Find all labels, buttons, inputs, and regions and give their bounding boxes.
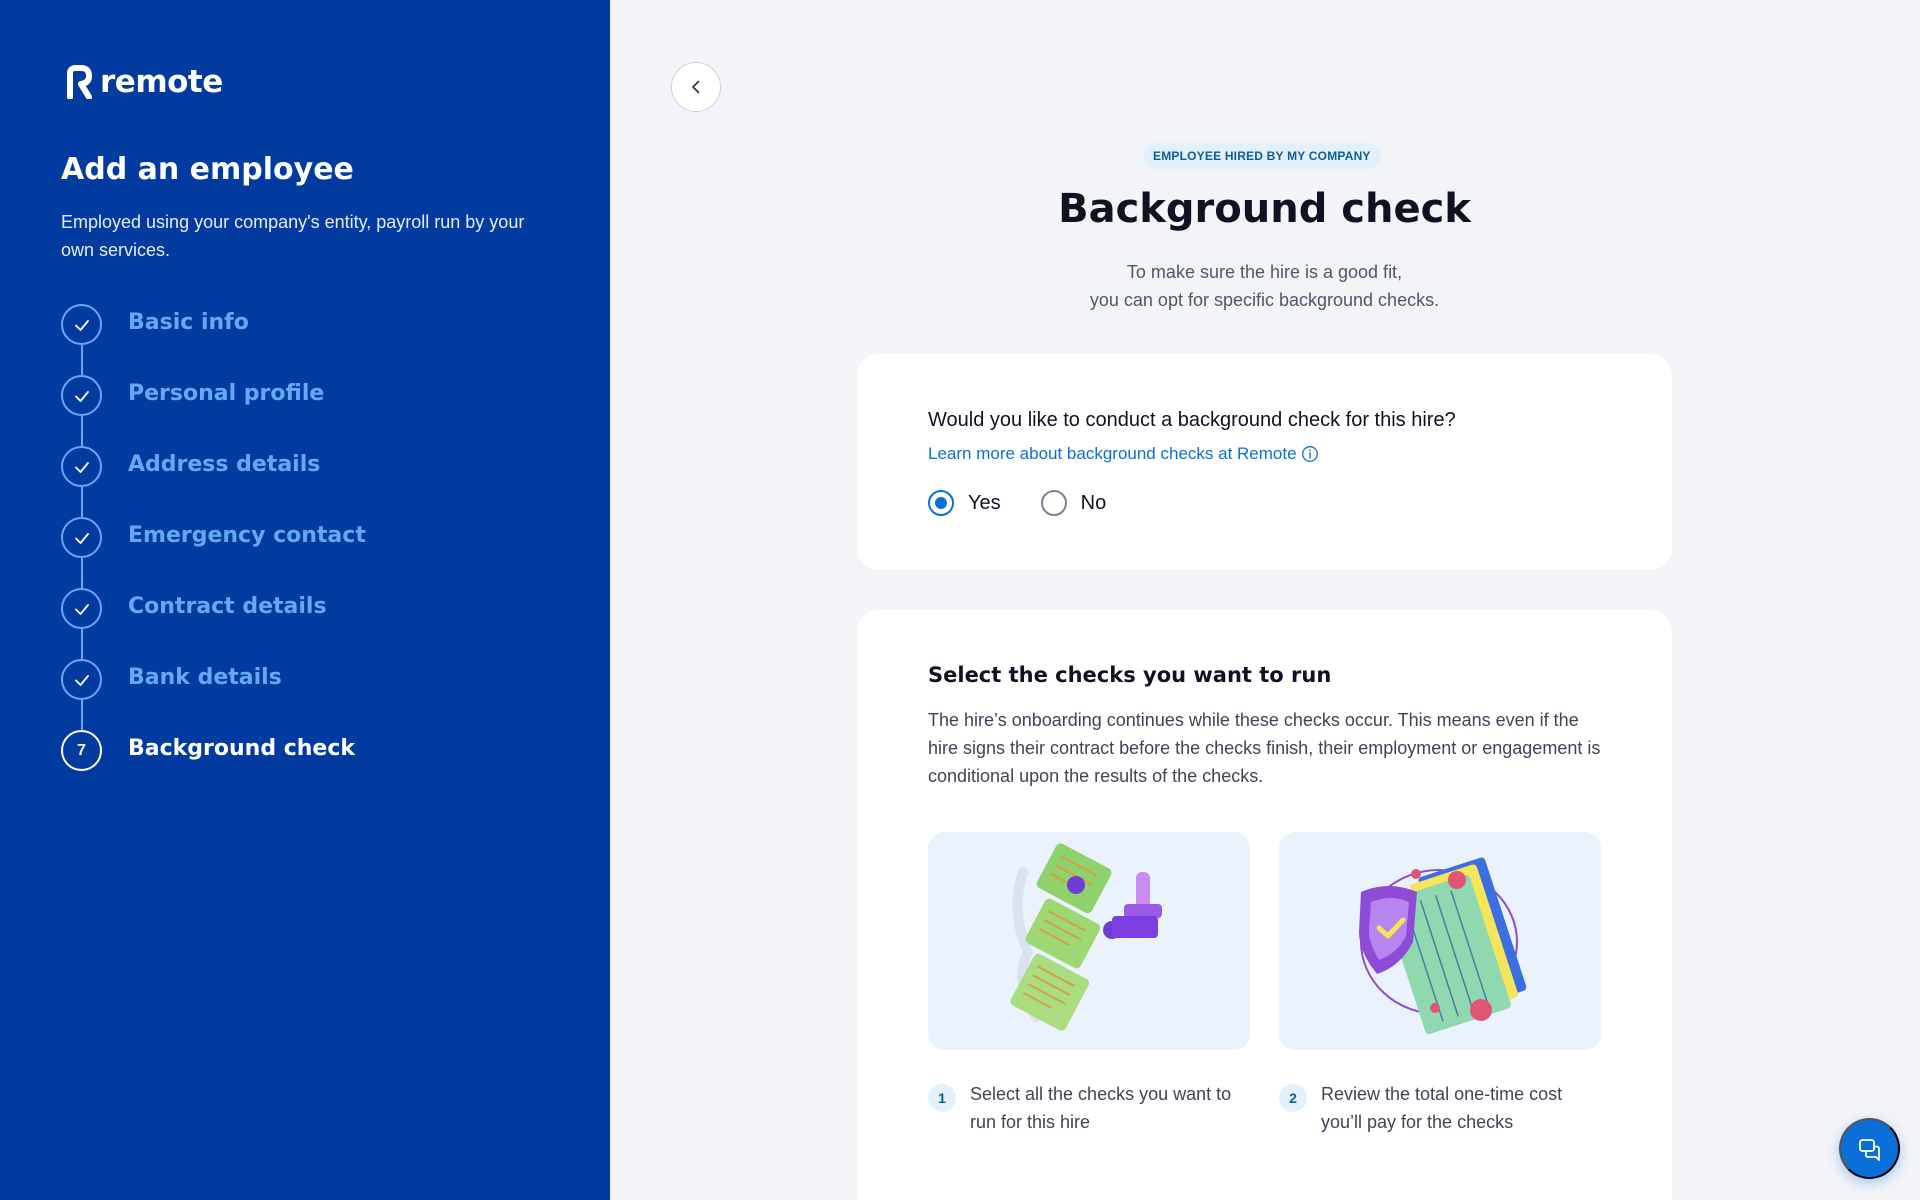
- radio-button[interactable]: [928, 490, 954, 516]
- step-current-indicator: 7: [61, 730, 102, 771]
- select-checks-illustration: [928, 832, 1250, 1050]
- chat-support-button[interactable]: [1839, 1118, 1900, 1179]
- check-icon: [74, 674, 89, 686]
- info-icon: [1301, 446, 1318, 462]
- radio-yes[interactable]: Yes: [928, 490, 1001, 516]
- checks-card-description: The hire’s onboarding continues while th…: [928, 710, 1601, 786]
- step-number-badge: 1: [928, 1084, 956, 1112]
- subtitle-line-2: you can opt for specific background chec…: [1089, 290, 1440, 310]
- radio-no[interactable]: No: [1040, 490, 1107, 516]
- sidebar-title: Add an employee: [61, 152, 354, 187]
- background-check-radio-group: Yes No: [928, 490, 1106, 516]
- brand-name: remote: [100, 64, 223, 100]
- select-checks-card: Select the checks you want to run The hi…: [857, 610, 1672, 1200]
- check-icon: [74, 532, 89, 544]
- step-done-indicator: [61, 446, 102, 487]
- instruction-text: Review the total one-time cost you’ll pa…: [1321, 1084, 1563, 1132]
- instruction-step-1: 1 Select all the checks you want to run …: [928, 1080, 1240, 1136]
- step-emergency-contact[interactable]: Emergency contact: [61, 517, 366, 588]
- step-done-indicator: [61, 375, 102, 416]
- step-connector: [81, 487, 83, 517]
- chat-icon: [1858, 1138, 1880, 1161]
- back-button[interactable]: [671, 62, 721, 112]
- step-label: Background check: [128, 736, 356, 761]
- step-done-indicator: [61, 517, 102, 558]
- check-icon: [74, 603, 89, 615]
- step-label: Address details: [128, 452, 321, 477]
- radio-button[interactable]: [1040, 490, 1067, 516]
- review-cost-illustration: [1279, 832, 1601, 1050]
- step-background-check[interactable]: 7 Background check: [61, 730, 366, 801]
- page-title: Background check: [1058, 186, 1471, 232]
- page-heading: Background check: [857, 186, 1672, 232]
- page-subtitle: To make sure the hire is a good fit, you…: [857, 258, 1672, 314]
- step-label: Emergency contact: [128, 523, 366, 548]
- steps-list: Basic info Personal profile Address deta…: [61, 304, 366, 801]
- step-basic-info[interactable]: Basic info: [61, 304, 366, 375]
- step-bank-details[interactable]: Bank details: [61, 659, 366, 730]
- step-connector: [81, 345, 83, 375]
- chevron-left-icon: [692, 80, 700, 94]
- step-connector: [81, 416, 83, 446]
- radio-label: Yes: [968, 491, 1001, 514]
- learn-more-link[interactable]: Learn more about background checks at Re…: [928, 444, 1319, 464]
- step-number: 7: [77, 741, 86, 759]
- step-address-details[interactable]: Address details: [61, 446, 366, 517]
- step-done-indicator: [61, 588, 102, 629]
- check-icon: [74, 461, 89, 473]
- subtitle-line-1: To make sure the hire is a good fit,: [1126, 262, 1403, 282]
- step-done-indicator: [61, 659, 102, 700]
- step-label: Bank details: [128, 665, 282, 690]
- step-connector: [81, 700, 83, 730]
- check-icon: [74, 319, 89, 331]
- radio-label: No: [1080, 491, 1107, 514]
- sidebar-description: Employed using your company's entity, pa…: [61, 212, 525, 260]
- step-label: Contract details: [128, 594, 327, 619]
- step-done-indicator: [61, 304, 102, 345]
- step-connector: [81, 629, 83, 659]
- hire-type-badge: EMPLOYEE HIRED BY MY COMPANY: [1143, 143, 1381, 169]
- remote-logo-icon: [67, 65, 92, 99]
- check-icon: [74, 390, 89, 402]
- step-label: Basic info: [128, 310, 249, 335]
- checks-card-title: Select the checks you want to run: [928, 663, 1332, 687]
- learn-more-label: Learn more about background checks at Re…: [928, 444, 1297, 463]
- step-contract-details[interactable]: Contract details: [61, 588, 366, 659]
- step-label: Personal profile: [128, 381, 325, 406]
- sidebar: remote Add an employee Employed using yo…: [0, 0, 610, 1200]
- step-personal-profile[interactable]: Personal profile: [61, 375, 366, 446]
- step-connector: [81, 558, 83, 588]
- background-check-question-card: Would you like to conduct a background c…: [857, 354, 1672, 570]
- instruction-step-2: 2 Review the total one-time cost you’ll …: [1279, 1080, 1591, 1136]
- remote-logo[interactable]: remote: [66, 64, 223, 100]
- documents-stamp-illustration: [1010, 843, 1162, 1031]
- instruction-text: Select all the checks you want to run fo…: [970, 1084, 1232, 1132]
- step-number-badge: 2: [1279, 1084, 1307, 1112]
- shield-documents-illustration: [1359, 857, 1527, 1035]
- question-text: Would you like to conduct a background c…: [928, 409, 1456, 431]
